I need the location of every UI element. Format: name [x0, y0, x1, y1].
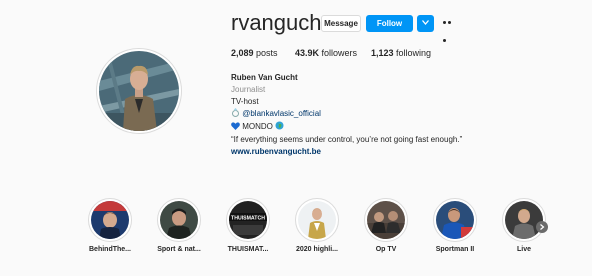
highlight-item[interactable]: THUISMATCH THUISMAT...	[222, 198, 274, 253]
highlight-behindthe-cover	[91, 201, 129, 239]
followers-value: 43.9K	[295, 48, 320, 58]
avatar-image	[99, 51, 179, 131]
posts-label: posts	[256, 48, 278, 58]
bio-category: Journalist	[231, 85, 266, 94]
ring-icon	[231, 108, 240, 121]
highlight-sport-cover	[160, 201, 198, 239]
bio-quote: “If everything seems under control, you’…	[231, 135, 463, 144]
follow-button[interactable]: Follow	[366, 15, 413, 32]
highlight-label: BehindThe...	[89, 246, 131, 253]
highlight-item[interactable]: Sport & nat...	[153, 198, 205, 253]
blue-heart-icon	[231, 122, 240, 134]
bio-line-tvhost: TV-host	[231, 97, 259, 106]
globe-icon	[275, 121, 284, 134]
highlight-ring	[157, 198, 201, 242]
highlight-sportman-cover	[436, 201, 474, 239]
highlight-ring	[364, 198, 408, 242]
thuismatch-cover-text: THUISMATCH	[231, 216, 265, 222]
highlight-item[interactable]: BehindThe...	[84, 198, 136, 253]
message-button[interactable]: Message	[321, 15, 361, 32]
profile-avatar[interactable]	[96, 48, 182, 134]
highlight-label: Live	[516, 246, 531, 253]
bio-mention-link[interactable]: @blankavlasic_official	[242, 109, 321, 118]
profile-bio: Ruben Van Gucht Journalist TV-host @blan…	[231, 72, 462, 158]
highlight-label: THUISMAT...	[227, 246, 269, 253]
highlight-live-cover	[505, 201, 543, 239]
highlight-2020-cover	[298, 201, 336, 239]
suggested-accounts-button[interactable]	[417, 15, 434, 32]
bio-full-name: Ruben Van Gucht	[231, 73, 298, 82]
posts-value: 2,089	[231, 48, 254, 58]
followers-label: followers	[321, 48, 358, 58]
story-highlights: BehindThe... Sport & nat... THUISMATCH T…	[84, 198, 554, 260]
followers-count[interactable]: 43.9K followers	[295, 48, 357, 58]
highlight-item[interactable]: Op TV	[360, 198, 412, 253]
following-value: 1,123	[371, 48, 394, 58]
bio-line-mondo: MONDO	[231, 121, 462, 134]
bio-line-mention: @blankavlasic_official	[231, 108, 462, 121]
highlight-ring	[295, 198, 339, 242]
following-label: following	[396, 48, 432, 58]
highlight-label: 2020 highli...	[295, 246, 338, 253]
following-count[interactable]: 1,123 following	[371, 48, 431, 58]
posts-count: 2,089 posts	[231, 48, 278, 58]
more-options-icon[interactable]	[443, 21, 457, 42]
highlight-item[interactable]: Sportman II	[429, 198, 481, 253]
profile-username: rvangucht	[231, 10, 328, 35]
highlight-ring: THUISMATCH	[226, 198, 270, 242]
highlight-thuismatch-cover: THUISMATCH	[229, 201, 267, 239]
highlight-optv-cover	[367, 201, 405, 239]
highlight-label: Sport & nat...	[157, 246, 201, 253]
highlight-label: Sportman II	[435, 246, 475, 253]
highlight-ring	[502, 198, 546, 242]
chevron-right-icon	[540, 224, 545, 230]
chevron-down-icon	[422, 20, 429, 25]
bio-website-link[interactable]: www.rubenvangucht.be	[231, 146, 462, 158]
highlights-next-button[interactable]	[536, 221, 548, 233]
highlight-ring	[88, 198, 132, 242]
highlight-item[interactable]: 2020 highli...	[291, 198, 343, 253]
bio-mondo-text: MONDO	[242, 122, 273, 131]
highlight-label: Op TV	[375, 246, 397, 253]
highlight-ring	[433, 198, 477, 242]
